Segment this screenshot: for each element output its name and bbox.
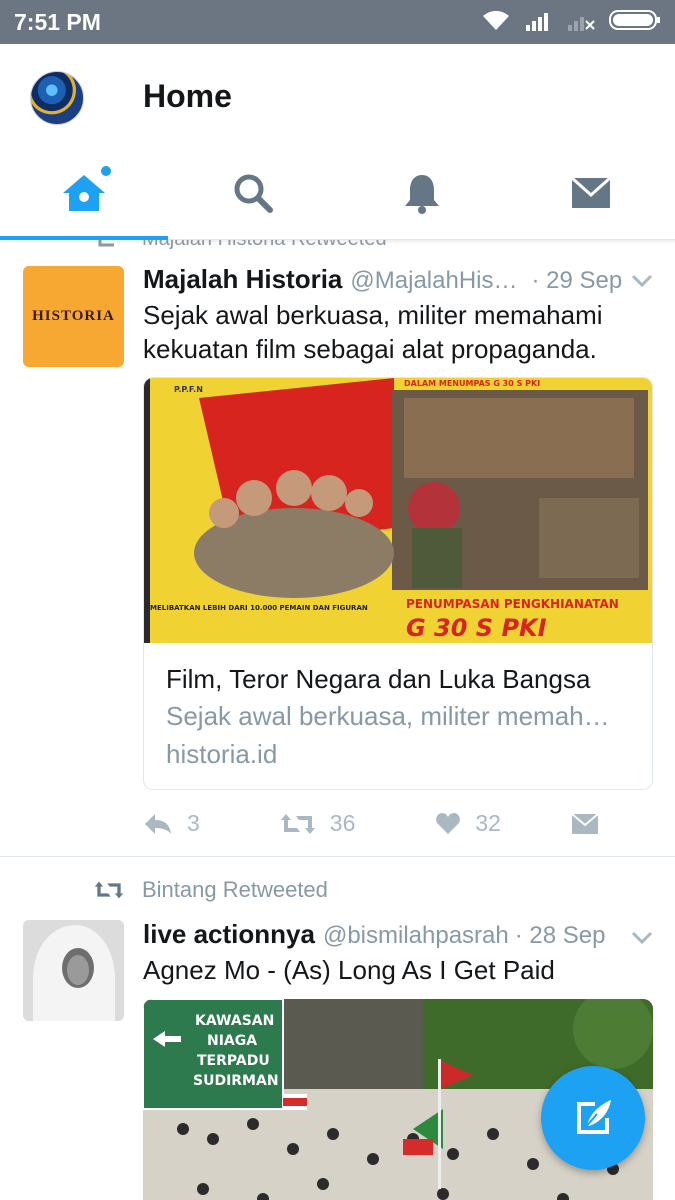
card-image-text-bottom-right-1: PENUMPASAN PENGKHIANATAN xyxy=(406,597,619,611)
tweet-header: Majalah Historia @MajalahHis… · 29 Sep xyxy=(143,264,622,295)
retweet-context: Bintang Retweeted xyxy=(94,877,328,903)
wifi-icon xyxy=(481,9,511,36)
tab-bar xyxy=(0,152,675,240)
retweet-icon xyxy=(94,881,124,899)
tab-notifications[interactable] xyxy=(338,152,507,239)
like-count: 32 xyxy=(475,810,501,836)
signal-icon xyxy=(525,9,553,36)
retweet-count: 36 xyxy=(329,810,356,836)
home-icon xyxy=(61,173,107,218)
author-handle: @bismilahpasrah xyxy=(322,922,509,949)
tweet-time: · 28 Sep xyxy=(514,922,606,949)
author-name[interactable]: Majalah Historia xyxy=(143,264,342,295)
sign-line-1: KAWASAN xyxy=(195,1013,274,1029)
avatar-logo-text: HISTORIA xyxy=(32,308,115,324)
card-title: Film, Teror Negara dan Luka Bangsa xyxy=(166,664,591,694)
app-bar: Home xyxy=(0,44,675,152)
card-image-text-bottom-right-2: G 30 S PKI xyxy=(406,614,547,642)
reply-count: 3 xyxy=(187,810,200,836)
avatar[interactable]: HISTORIA xyxy=(23,266,124,367)
tweet-header: live actionnya @bismilahpasrah · 28 Sep xyxy=(143,919,605,950)
chevron-down-icon[interactable] xyxy=(631,274,653,293)
tab-home[interactable] xyxy=(0,152,169,240)
tweet-divider xyxy=(0,856,675,857)
battery-icon xyxy=(609,9,661,36)
tab-messages[interactable] xyxy=(506,152,675,239)
envelope-icon xyxy=(570,176,611,214)
card-body: Film, Teror Negara dan Luka Bangsa Sejak… xyxy=(144,643,652,789)
heart-icon xyxy=(436,812,461,834)
sign-line-2: NIAGA xyxy=(207,1033,257,1049)
card-description: Sejak awal berkuasa, militer memah… xyxy=(166,701,610,731)
card-image: P.P.F.N DALAM MENUMPAS G 30 S PKI MELIBA… xyxy=(144,378,652,643)
retweet-button[interactable]: 36 xyxy=(280,810,356,837)
tweet-actions: 3 36 32 xyxy=(143,810,653,837)
direct-message-button[interactable] xyxy=(571,812,599,835)
card-image-text-top-left: P.P.F.N xyxy=(174,385,203,394)
status-time: 7:51 PM xyxy=(14,8,101,35)
page-title: Home xyxy=(143,78,232,114)
status-bar: 7:51 PM xyxy=(0,0,675,44)
author-handle: @MajalahHis… xyxy=(350,267,518,294)
timeline[interactable]: Majalah Historia Retweeted HISTORIA Maja… xyxy=(0,240,675,1200)
tweet-text: Agnez Mo - (As) Long As I Get Paid xyxy=(143,955,555,985)
tab-search[interactable] xyxy=(169,152,338,239)
link-card[interactable]: P.P.F.N DALAM MENUMPAS G 30 S PKI MELIBA… xyxy=(143,377,653,790)
profile-avatar[interactable] xyxy=(30,71,84,125)
reply-button[interactable]: 3 xyxy=(143,810,200,837)
retweet-context-label: Bintang Retweeted xyxy=(142,877,328,902)
compose-icon xyxy=(577,1100,611,1134)
tweet-time: · 29 Sep xyxy=(531,267,623,294)
card-domain: historia.id xyxy=(166,739,278,769)
avatar[interactable] xyxy=(23,920,124,1021)
new-tweets-dot xyxy=(101,166,111,176)
retweet-context-label: Majalah Historia Retweeted xyxy=(142,240,387,251)
sign-line-4: SUDIRMAN xyxy=(193,1073,279,1089)
compose-tweet-button[interactable] xyxy=(541,1066,645,1170)
sign-line-3: TERPADU xyxy=(197,1053,270,1069)
author-name[interactable]: live actionnya xyxy=(143,919,315,950)
reply-icon xyxy=(145,813,171,834)
card-image-text-bottom-left: MELIBATKAN LEBIH DARI 10.000 PEMAIN DAN … xyxy=(150,604,368,612)
chevron-down-icon[interactable] xyxy=(631,931,653,950)
card-image-text-top-right: DALAM MENUMPAS G 30 S PKI xyxy=(404,379,540,388)
retweet-icon xyxy=(98,240,114,246)
retweet-context: Majalah Historia Retweeted xyxy=(96,240,387,251)
search-icon xyxy=(232,172,274,219)
like-button[interactable]: 32 xyxy=(435,810,501,837)
bell-icon xyxy=(403,172,441,219)
retweet-icon xyxy=(280,813,315,834)
no-signal-icon xyxy=(567,9,595,36)
tweet-text: Sejak awal berkuasa, militer memahami ke… xyxy=(143,300,603,364)
envelope-icon xyxy=(571,812,599,834)
